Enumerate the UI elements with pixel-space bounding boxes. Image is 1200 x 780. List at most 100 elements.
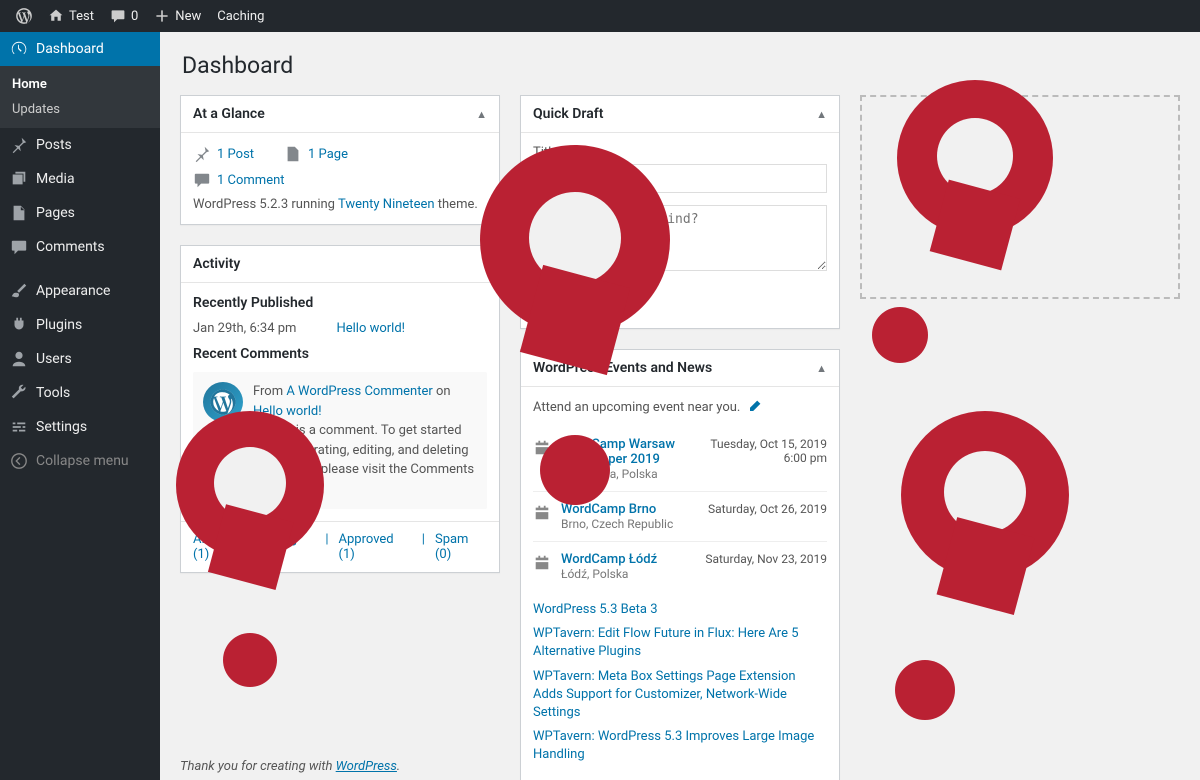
events-list: WordCamp Warsaw #Developer 2019 Warszawa…	[533, 427, 827, 591]
news-list: WordPress 5.3 Beta 3 WPTavern: Edit Flow …	[533, 601, 827, 765]
recent-comment-item: From A WordPress Commenter on Hello worl…	[193, 372, 487, 509]
new-content-menu[interactable]: New	[146, 0, 209, 32]
recent-comments-heading: Recent Comments	[193, 346, 487, 362]
sidebar-item-dashboard[interactable]: Dashboard	[0, 32, 160, 66]
recently-published-heading: Recently Published	[193, 295, 487, 311]
sidebar-item-label: Dashboard	[36, 41, 104, 57]
sidebar-item-label: Appearance	[36, 283, 110, 299]
admin-footer: Thank you for creating with WordPress.	[180, 759, 400, 774]
wordcamp-icon	[533, 439, 551, 457]
admin-sidebar: Dashboard Home Updates Posts Media Pages…	[0, 32, 160, 780]
sidebar-subitem-home[interactable]: Home	[0, 72, 160, 97]
sidebar-item-label: Tools	[36, 385, 70, 401]
widget-header[interactable]: At a Glance ▲	[181, 96, 499, 133]
draft-title-input[interactable]	[533, 164, 827, 193]
avatar	[203, 382, 243, 422]
event-item: WordCamp Łódź Łódź, Polska Saturday, Nov…	[533, 541, 827, 591]
comment-icon	[193, 171, 211, 189]
collapse-menu-button[interactable]: Collapse menu	[0, 444, 160, 478]
save-draft-button[interactable]: Save Draft	[533, 287, 620, 316]
sidebar-item-media[interactable]: Media	[0, 162, 160, 196]
comment-icon	[10, 238, 28, 256]
main-content: Dashboard At a Glance ▲ 1 Post	[160, 32, 1200, 780]
draft-content-textarea[interactable]	[533, 205, 827, 271]
caching-menu[interactable]: Caching	[209, 0, 272, 32]
new-label: New	[175, 9, 201, 24]
site-name-label: Test	[69, 9, 94, 24]
sidebar-item-label: Plugins	[36, 317, 82, 333]
widget-dropzone-placeholder[interactable]	[860, 95, 1180, 299]
glance-comments-link[interactable]: 1 Comment	[193, 171, 285, 189]
news-link[interactable]: WPTavern: WordPress 5.3 Improves Large I…	[533, 728, 827, 764]
wordpress-footer-link[interactable]: WordPress	[336, 759, 397, 774]
widget-at-a-glance: At a Glance ▲ 1 Post 1 Page	[180, 95, 500, 225]
event-date: Saturday, Nov 23, 2019	[705, 552, 827, 581]
sidebar-item-label: Comments	[36, 239, 105, 255]
brush-icon	[10, 282, 28, 300]
sidebar-item-label: Settings	[36, 419, 87, 435]
chevron-up-icon[interactable]: ▲	[476, 108, 487, 121]
plugin-icon	[10, 316, 28, 334]
widget-header[interactable]: Activity	[181, 246, 499, 283]
filter-approved[interactable]: Approved (1)	[339, 532, 412, 562]
sidebar-item-comments[interactable]: Comments	[0, 230, 160, 264]
news-link[interactable]: WPTavern: Edit Flow Future in Flux: Here…	[533, 625, 827, 661]
sliders-icon	[10, 418, 28, 436]
theme-link[interactable]: Twenty Nineteen	[338, 197, 435, 212]
widget-header[interactable]: WordPress Events and News ▲	[521, 350, 839, 387]
media-icon	[10, 170, 28, 188]
sidebar-item-posts[interactable]: Posts	[0, 128, 160, 162]
comments-count: 0	[131, 9, 138, 24]
events-intro-text: Attend an upcoming event near you.	[533, 400, 740, 415]
sidebar-item-settings[interactable]: Settings	[0, 410, 160, 444]
wordpress-logo-icon	[209, 388, 237, 416]
comment-excerpt: Hi, this is a comment. To get started wi…	[253, 421, 477, 499]
sidebar-item-users[interactable]: Users	[0, 342, 160, 376]
widget-header[interactable]: Quick Draft ▲	[521, 96, 839, 133]
dashboard-submenu: Home Updates	[0, 66, 160, 128]
wordcamp-icon	[533, 554, 551, 572]
event-title-link[interactable]: WordCamp Warsaw #Developer 2019	[561, 437, 675, 467]
commenter-link[interactable]: A WordPress Commenter	[286, 384, 432, 399]
user-icon	[10, 350, 28, 368]
edit-location-icon[interactable]	[746, 399, 762, 415]
filter-spam[interactable]: Spam (0)	[435, 532, 487, 562]
site-name-menu[interactable]: Test	[40, 0, 102, 32]
event-location: Warszawa, Polska	[561, 467, 700, 481]
sidebar-item-label: Posts	[36, 137, 72, 153]
home-icon	[48, 8, 64, 24]
sidebar-item-tools[interactable]: Tools	[0, 376, 160, 410]
comment-post-link[interactable]: Hello world!	[253, 404, 322, 419]
comment-icon	[110, 8, 126, 24]
sidebar-subitem-updates[interactable]: Updates	[0, 97, 160, 122]
event-item: WordCamp Brno Brno, Czech Republic Satur…	[533, 491, 827, 541]
sidebar-item-appearance[interactable]: Appearance	[0, 274, 160, 308]
news-link[interactable]: WPTavern: Meta Box Settings Page Extensi…	[533, 668, 827, 723]
chevron-up-icon[interactable]: ▲	[816, 108, 827, 121]
wordpress-logo-icon	[16, 8, 32, 24]
collapse-icon	[10, 452, 28, 470]
filter-all[interactable]: All (1)	[193, 532, 227, 562]
event-title-link[interactable]: WordCamp Łódź	[561, 552, 657, 567]
pin-icon	[10, 136, 28, 154]
sidebar-item-pages[interactable]: Pages	[0, 196, 160, 230]
wp-version-text: WordPress 5.2.3 running Twenty Nineteen …	[193, 197, 487, 212]
glance-pages-link[interactable]: 1 Page	[284, 145, 348, 163]
published-post-link[interactable]: Hello world!	[336, 321, 405, 336]
wordcamp-icon	[533, 504, 551, 522]
news-link[interactable]: WordPress 5.3 Beta 3	[533, 601, 827, 619]
event-title-link[interactable]: WordCamp Brno	[561, 502, 656, 517]
comments-menu[interactable]: 0	[102, 0, 146, 32]
filter-pending[interactable]: Pending (0)	[250, 532, 315, 562]
event-date: Tuesday, Oct 15, 20196:00 pm	[710, 437, 827, 481]
sidebar-item-label: Media	[36, 171, 75, 187]
sidebar-item-label: Users	[36, 351, 72, 367]
wp-logo-menu[interactable]	[8, 0, 40, 32]
published-item: Jan 29th, 6:34 pm Hello world!	[193, 321, 487, 336]
event-item: WordCamp Warsaw #Developer 2019 Warszawa…	[533, 427, 827, 491]
sidebar-item-plugins[interactable]: Plugins	[0, 308, 160, 342]
page-icon	[284, 145, 302, 163]
glance-posts-link[interactable]: 1 Post	[193, 145, 254, 163]
published-date: Jan 29th, 6:34 pm	[193, 321, 296, 336]
chevron-up-icon[interactable]: ▲	[816, 362, 827, 375]
